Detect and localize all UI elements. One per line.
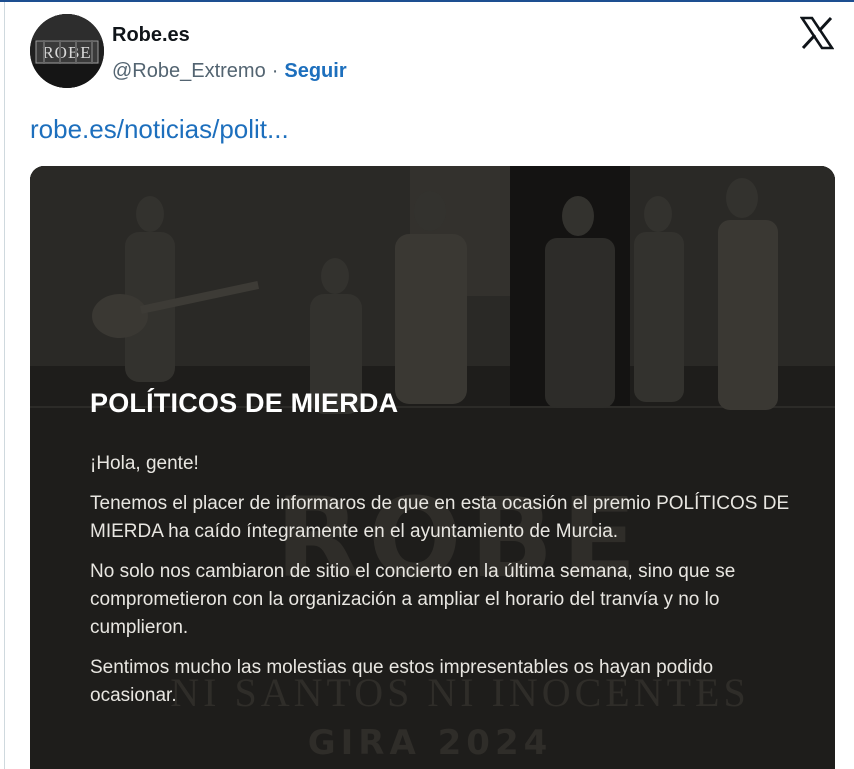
announcement-paragraph: No solo nos cambiaron de sitio el concie… <box>90 561 736 638</box>
background-tour-year: GIRA 2024 <box>308 723 553 763</box>
handle-row: @Robe_Extremo · Seguir <box>112 60 347 83</box>
avatar-image: ROBE <box>30 14 104 88</box>
media-card[interactable]: ROBE NI SANTOS NI INOCENTES GIRA 2024 PO… <box>30 166 835 769</box>
avatar-text: ROBE <box>42 43 91 62</box>
window-top-edge <box>0 0 854 2</box>
announcement-paragraph: ¡Hola, gente! <box>90 453 199 474</box>
announcement-title: POLÍTICOS DE MIERDA <box>90 388 399 418</box>
embed-border <box>4 2 5 769</box>
display-name[interactable]: Robe.es <box>112 24 190 47</box>
announcement-text: POLÍTICOS DE MIERDA ¡Hola, gente! Tenemo… <box>90 388 790 722</box>
x-logo-icon[interactable] <box>799 16 835 50</box>
user-handle[interactable]: @Robe_Extremo <box>112 60 266 82</box>
announcement-paragraph: Sentimos mucho las molestias que estos i… <box>90 657 714 706</box>
separator: · <box>271 60 279 82</box>
avatar[interactable]: ROBE <box>30 14 104 88</box>
announcement-paragraph: Tenemos el placer de informaros de que e… <box>90 493 790 542</box>
follow-button[interactable]: Seguir <box>284 60 346 82</box>
article-link[interactable]: robe.es/noticias/polit... <box>30 114 289 145</box>
